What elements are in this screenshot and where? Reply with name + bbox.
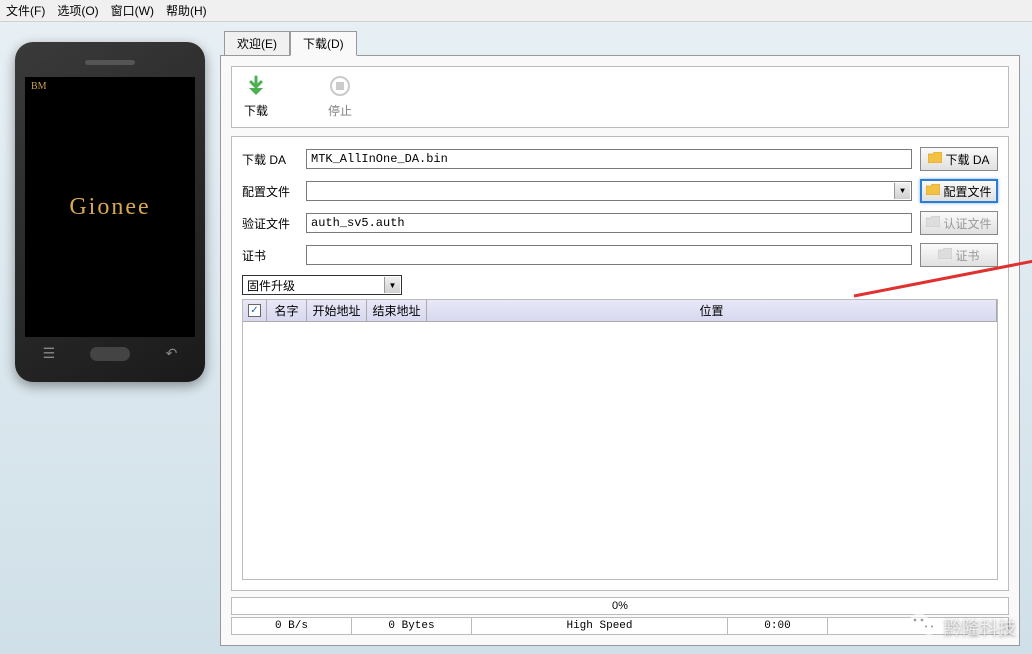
config-input[interactable]: ▼: [306, 181, 912, 201]
cert-input[interactable]: [306, 245, 912, 265]
wechat-icon: [908, 611, 938, 642]
status-bytes: 0 Bytes: [352, 618, 472, 634]
select-all-checkbox[interactable]: ✓: [248, 304, 261, 317]
table-body: [243, 322, 997, 579]
phone-menu-icon: ☰: [43, 345, 56, 362]
folder-icon: [926, 184, 940, 198]
download-action-label: 下载: [244, 102, 268, 119]
tab-welcome[interactable]: 欢迎(E): [224, 31, 290, 56]
col-end-header: 结束地址: [367, 300, 427, 321]
tab-bar: 欢迎(E) 下载(D): [224, 30, 1020, 55]
menu-window[interactable]: 窗口(W): [111, 2, 154, 19]
folder-icon: [926, 216, 940, 230]
download-arrow-icon: [245, 75, 267, 100]
watermark: 黔隆科技: [908, 611, 1016, 642]
preview-panel: BM Gionee ☰ ↶: [0, 22, 220, 654]
status-speed: 0 B/s: [232, 618, 352, 634]
auth-input[interactable]: [306, 213, 912, 233]
stop-action-button[interactable]: 停止: [328, 75, 352, 119]
menu-file[interactable]: 文件(F): [6, 2, 45, 19]
menu-help[interactable]: 帮助(H): [166, 2, 207, 19]
cert-browse-button[interactable]: 证书: [920, 243, 998, 267]
phone-preview: BM Gionee ☰ ↶: [15, 42, 205, 382]
download-action-button[interactable]: 下载: [244, 75, 268, 119]
cert-label: 证书: [242, 247, 298, 264]
stop-icon: [329, 75, 351, 100]
da-label: 下载 DA: [242, 151, 298, 168]
upgrade-mode-select[interactable]: 固件升级 ▼: [242, 275, 402, 295]
action-toolbar: 下载 停止: [231, 66, 1009, 128]
col-location-header: 位置: [427, 300, 997, 321]
status-mode: High Speed: [472, 618, 728, 634]
dropdown-arrow-icon[interactable]: ▼: [384, 277, 400, 293]
folder-icon: [938, 248, 952, 262]
config-browse-button[interactable]: 配置文件: [920, 179, 998, 203]
status-time: 0:00: [728, 618, 828, 634]
tab-download[interactable]: 下载(D): [290, 31, 357, 56]
progress-bar: 0%: [231, 597, 1009, 615]
config-label: 配置文件: [242, 183, 298, 200]
config-form: 下载 DA 下载 DA 配置文件 ▼: [231, 136, 1009, 591]
status-area: 0% 0 B/s 0 Bytes High Speed 0:00: [231, 597, 1009, 635]
menu-options[interactable]: 选项(O): [57, 2, 98, 19]
phone-home-button: [90, 347, 130, 361]
da-input[interactable]: [306, 149, 912, 169]
phone-brand-label: Gionee: [69, 194, 150, 221]
col-start-header: 开始地址: [307, 300, 367, 321]
phone-back-icon: ↶: [166, 345, 178, 362]
menubar: 文件(F) 选项(O) 窗口(W) 帮助(H): [0, 0, 1032, 22]
da-browse-button[interactable]: 下载 DA: [920, 147, 998, 171]
folder-icon: [928, 152, 942, 166]
download-tab-content: 下载 停止 下载 DA: [220, 55, 1020, 646]
auth-browse-button[interactable]: 认证文件: [920, 211, 998, 235]
auth-label: 验证文件: [242, 215, 298, 232]
stop-action-label: 停止: [328, 102, 352, 119]
partition-table: ✓ 名字 开始地址 结束地址 位置: [242, 299, 998, 580]
col-checkbox[interactable]: ✓: [243, 300, 267, 321]
col-name-header: 名字: [267, 300, 307, 321]
dropdown-arrow-icon[interactable]: ▼: [894, 183, 910, 199]
phone-bm-label: BM: [31, 81, 47, 92]
watermark-text: 黔隆科技: [944, 614, 1016, 640]
